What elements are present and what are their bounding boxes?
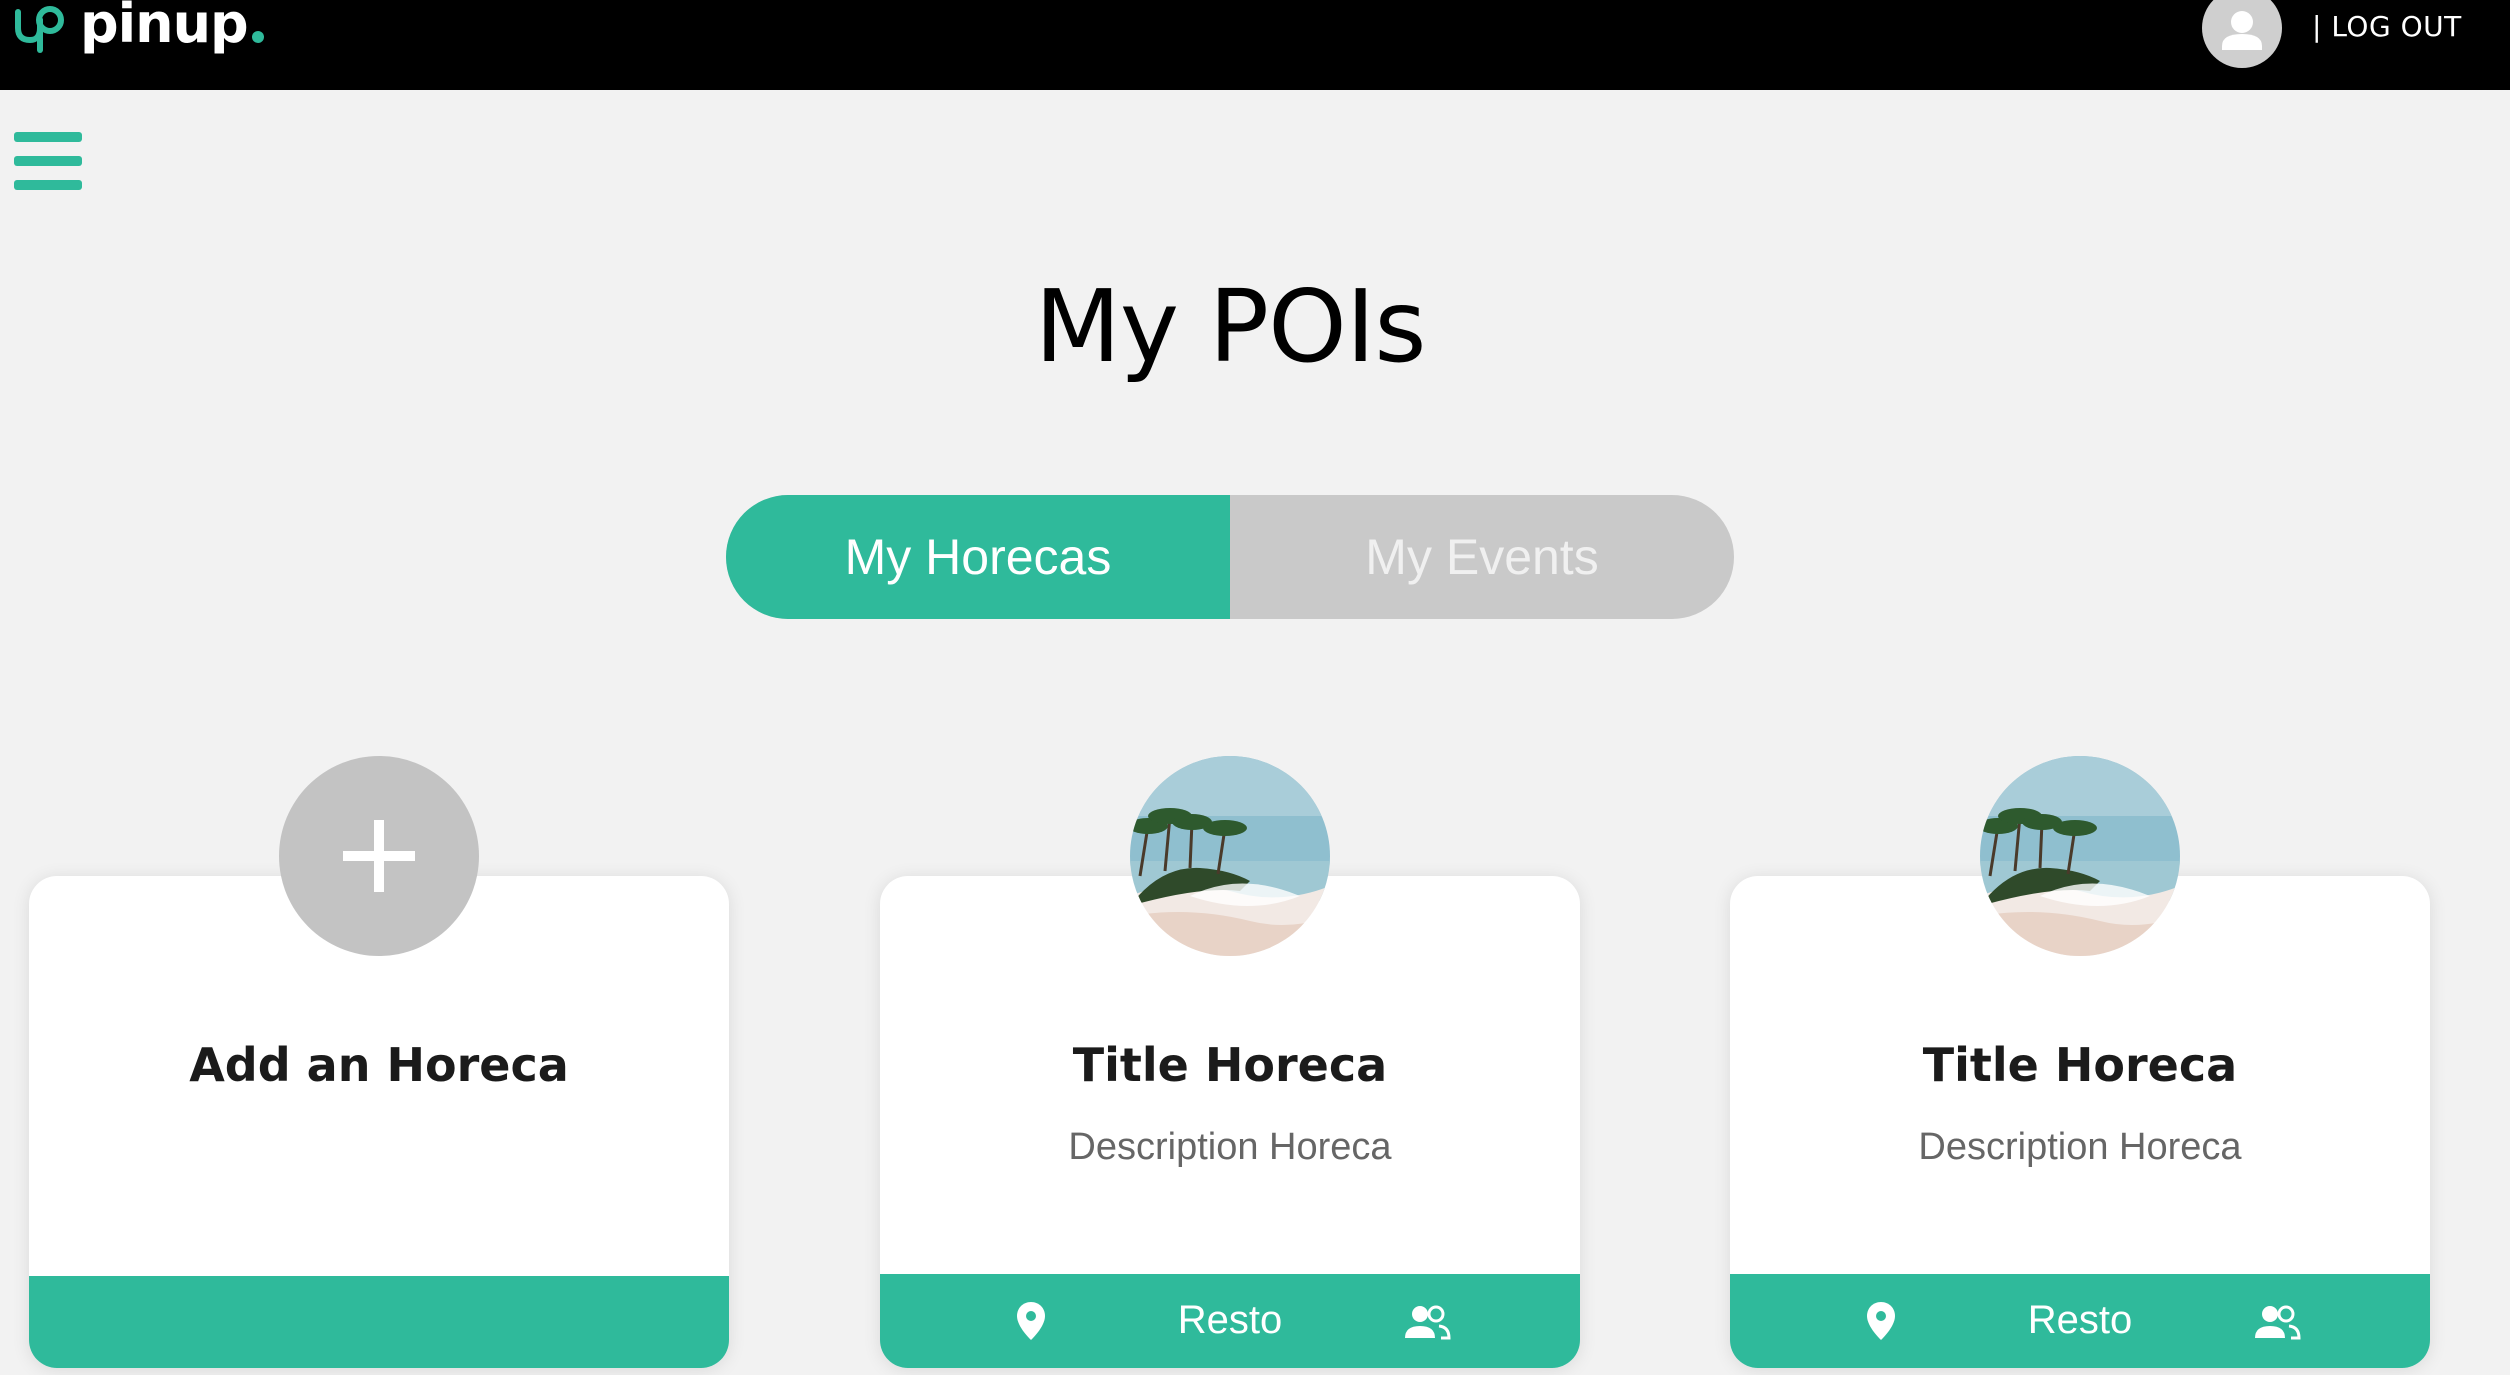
card-description: Description Horeca — [1068, 1126, 1392, 1168]
hamburger-menu-icon[interactable] — [14, 132, 82, 192]
brand-name: pinup — [80, 0, 249, 55]
page-title: My POIs — [1034, 268, 1427, 385]
tab-my-horecas[interactable]: My Horecas — [726, 495, 1230, 619]
brand-dot — [251, 31, 264, 43]
logout-button[interactable]: | LOG OUT — [2312, 10, 2462, 43]
user-avatar-icon[interactable] — [2202, 0, 2282, 68]
plus-icon — [374, 820, 384, 892]
beach-image — [1980, 756, 2180, 956]
add-horeca-button[interactable] — [279, 756, 479, 956]
hamburger-bar — [14, 132, 82, 142]
poi-type-toggle: My Horecas My Events — [726, 495, 1734, 619]
horeca-image — [1130, 756, 1330, 956]
person-icon — [2222, 11, 2262, 50]
hamburger-bar — [14, 180, 82, 190]
card-footer: Resto — [880, 1274, 1580, 1368]
tab-my-events[interactable]: My Events — [1230, 495, 1734, 619]
pinup-logo-icon — [15, 6, 64, 53]
category-label: Resto — [2027, 1298, 2133, 1342]
users-icon[interactable] — [1403, 1304, 1451, 1340]
card-title: Title Horeca — [1072, 1038, 1388, 1092]
brand-logo[interactable]: pinup — [10, 0, 264, 54]
category-label: Resto — [1177, 1298, 1283, 1342]
hamburger-bar — [14, 156, 82, 166]
top-navigation-bar: pinup | LOG OUT — [0, 0, 2510, 90]
card-title: Add an Horeca — [189, 1038, 569, 1092]
card-description: Description Horeca — [1918, 1126, 2242, 1168]
card-footer: Resto — [1730, 1274, 2430, 1368]
card-title: Title Horeca — [1922, 1038, 2238, 1092]
users-icon[interactable] — [2253, 1304, 2301, 1340]
card-footer — [29, 1276, 729, 1368]
horeca-image — [1980, 756, 2180, 956]
beach-image — [1130, 756, 1330, 956]
